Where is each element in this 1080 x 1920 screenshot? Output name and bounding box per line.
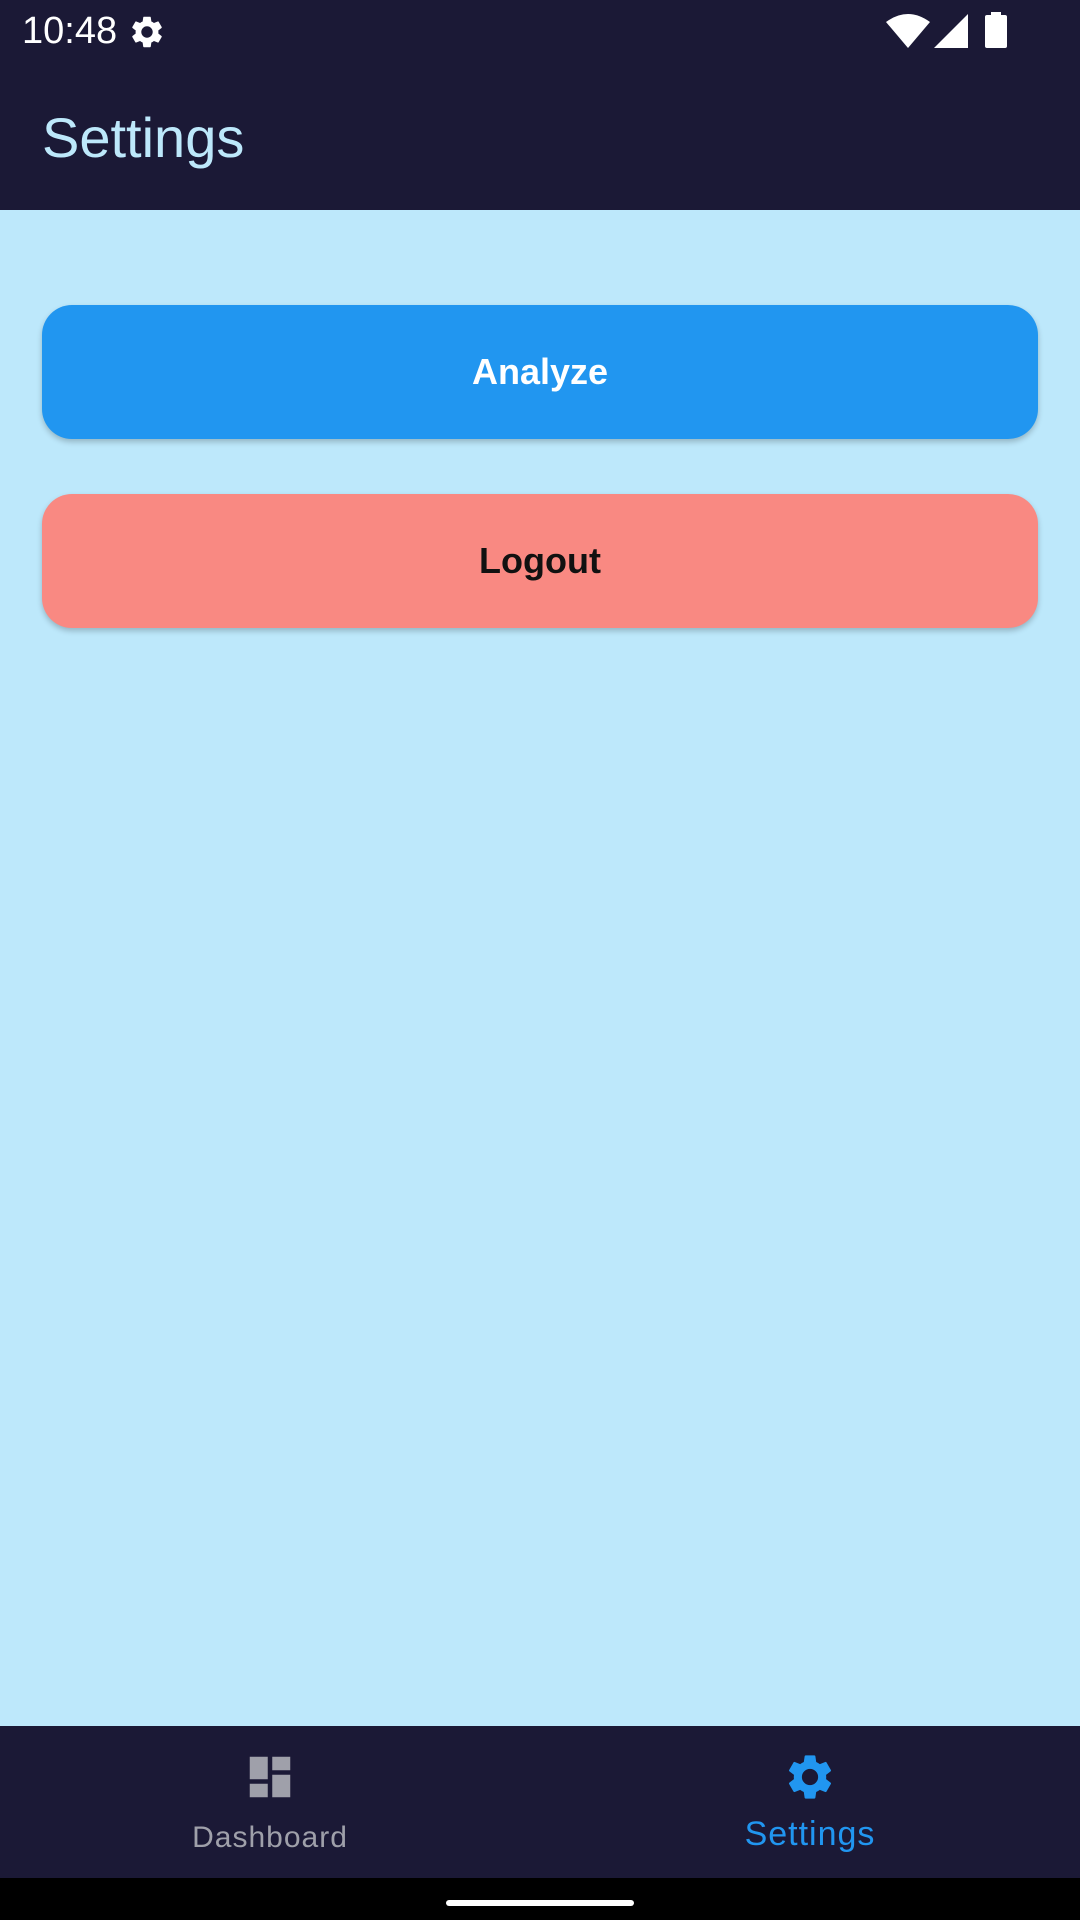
page-title: Settings [42,106,245,169]
dashboard-icon [249,1756,291,1798]
nav-label-settings: Settings [744,1815,876,1853]
status-time: 10:48 [22,10,118,52]
app-bar: Settings [0,62,1080,210]
nav-label-dashboard: Dashboard [192,1821,348,1854]
system-gesture-bar [0,1878,1080,1920]
gesture-handle[interactable] [446,1900,634,1906]
gear-icon [788,1755,832,1799]
signal-icon [934,14,968,48]
analyze-button[interactable]: Analyze [42,305,1038,439]
logout-button[interactable]: Logout [42,494,1038,628]
gear-icon [132,16,162,48]
battery-icon [985,12,1007,48]
status-bar: 10:48 [0,0,1080,62]
nav-item-dashboard[interactable]: Dashboard [0,1726,540,1878]
wifi-icon [886,14,930,48]
nav-item-settings[interactable]: Settings [540,1726,1080,1878]
bottom-navigation: Dashboard Settings [0,1726,1080,1878]
settings-content: Analyze Logout [0,210,1080,1726]
